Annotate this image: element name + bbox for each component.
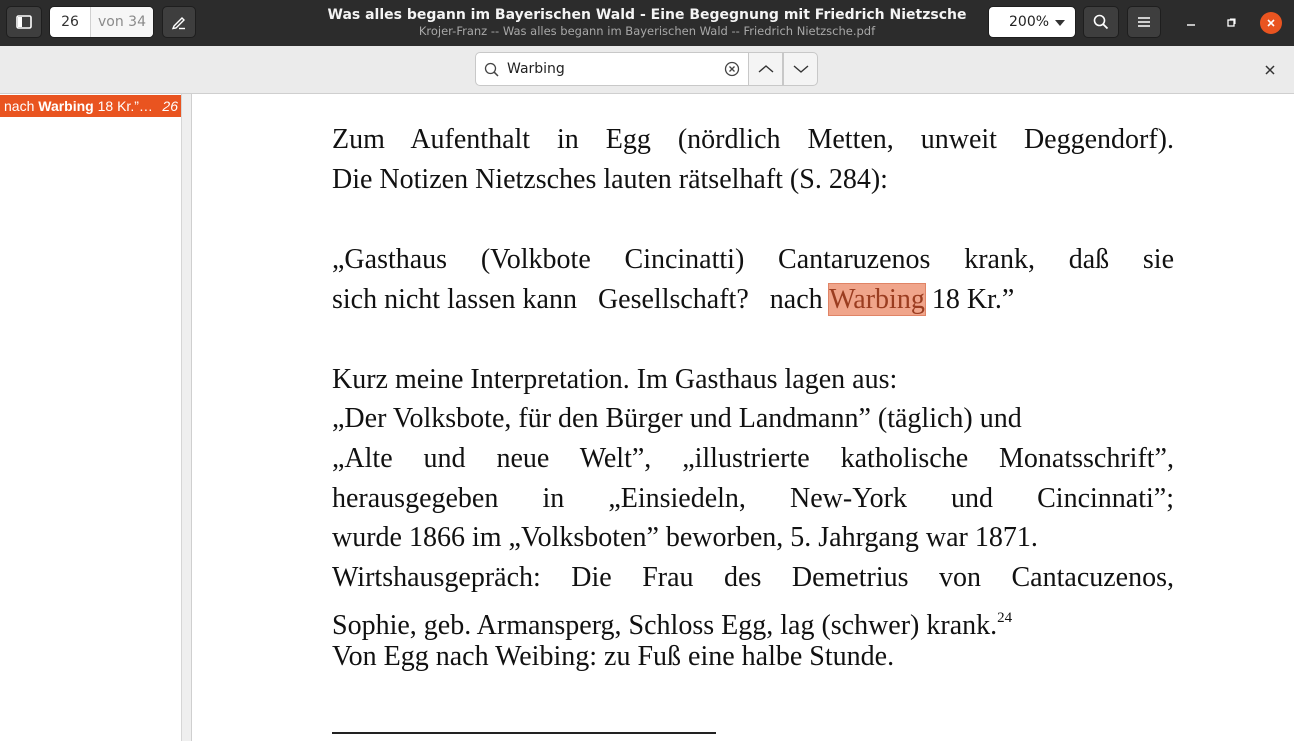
text-line: „Alte und neue Welt”, „illustrierte kath… bbox=[332, 443, 1174, 474]
find-results-sidebar: nach Warbing 18 Kr.”… 26 bbox=[0, 94, 182, 741]
close-icon bbox=[1265, 65, 1275, 75]
search-icon bbox=[484, 62, 499, 77]
text-line: Die Notizen Nietzsches lauten rätselhaft… bbox=[332, 164, 888, 195]
zoom-select[interactable]: 200% bbox=[988, 6, 1076, 38]
header-bar: 26 von 34 Was alles begann im Bayerische… bbox=[0, 0, 1294, 46]
chevron-down-icon bbox=[1055, 20, 1065, 26]
annotate-button[interactable] bbox=[162, 6, 196, 38]
search-icon bbox=[1093, 14, 1109, 30]
find-previous-button[interactable] bbox=[748, 52, 783, 86]
maximize-button[interactable] bbox=[1220, 12, 1242, 34]
find-next-button[interactable] bbox=[783, 52, 818, 86]
pdf-page: Zum Aufenthalt in Egg (nördlich Metten, … bbox=[191, 94, 1294, 741]
find-close-button[interactable] bbox=[1261, 61, 1279, 79]
main-menu-button[interactable] bbox=[1127, 6, 1161, 38]
search-match-highlight: Warbing bbox=[828, 283, 926, 316]
footnote-marker: 24 bbox=[997, 610, 1013, 626]
text-line: Zum Aufenthalt in Egg (nördlich Metten, … bbox=[332, 124, 1174, 155]
document-title: Was alles begann im Bayerischen Wald - E… bbox=[327, 7, 967, 23]
result-match: Warbing bbox=[38, 98, 94, 114]
text-line: Von Egg nach Weibing: zu Fuß eine halbe … bbox=[332, 641, 895, 672]
minimize-icon bbox=[1187, 24, 1195, 26]
document-view[interactable]: Zum Aufenthalt in Egg (nördlich Metten, … bbox=[182, 94, 1294, 741]
document-filename: Krojer-Franz -- Was alles begann im Baye… bbox=[418, 24, 876, 38]
text-line: herausgegeben in „Einsiedeln, New-York u… bbox=[332, 483, 1174, 514]
clear-icon[interactable] bbox=[724, 61, 740, 77]
text-line: Wirtshausgepräch: Die Frau des Demetrius… bbox=[332, 562, 1174, 593]
result-page-number: 26 bbox=[162, 98, 178, 114]
page-current-input[interactable]: 26 bbox=[50, 7, 91, 37]
sidebar-toggle-button[interactable] bbox=[6, 6, 42, 38]
text-line: wurde 1866 im „Volksboten” beworben, 5. … bbox=[332, 522, 1038, 553]
chevron-down-icon bbox=[793, 65, 808, 73]
footnote-divider bbox=[332, 732, 716, 734]
result-context: nach Warbing 18 Kr.”… bbox=[4, 98, 153, 114]
maximize-icon bbox=[1227, 18, 1236, 27]
find-bar: Warbing bbox=[0, 46, 1294, 94]
find-result-item[interactable]: nach Warbing 18 Kr.”… 26 bbox=[0, 95, 181, 117]
chevron-up-icon bbox=[758, 65, 773, 73]
text-line: Kurz meine Interpretation. Im Gasthaus l… bbox=[332, 364, 898, 395]
window-title: Was alles begann im Bayerischen Wald - E… bbox=[300, 7, 994, 39]
window-close-button[interactable] bbox=[1260, 12, 1282, 34]
find-input[interactable]: Warbing bbox=[475, 52, 749, 86]
text-line: „Gasthaus (Volkbote Cincinatti) Cantaruz… bbox=[332, 244, 1174, 275]
close-icon bbox=[1267, 19, 1275, 27]
page-total-label: von 34 bbox=[91, 7, 153, 37]
minimize-button[interactable] bbox=[1180, 12, 1202, 34]
zoom-value: 200% bbox=[1009, 14, 1050, 30]
page-number-field[interactable]: 26 von 34 bbox=[49, 6, 154, 38]
text-line: sich nicht lassen kann Gesellschaft? nac… bbox=[332, 283, 1015, 316]
hamburger-menu-icon bbox=[1138, 17, 1150, 27]
find-query: Warbing bbox=[507, 61, 565, 77]
annotate-pencil-icon bbox=[171, 17, 185, 30]
search-button[interactable] bbox=[1083, 6, 1119, 38]
text-line: Sophie, geb. Armansperg, Schloss Egg, la… bbox=[332, 610, 1013, 641]
sidebar-toggle-icon bbox=[16, 15, 32, 29]
text-line: „Der Volksbote, für den Bürger und Landm… bbox=[332, 403, 1022, 434]
